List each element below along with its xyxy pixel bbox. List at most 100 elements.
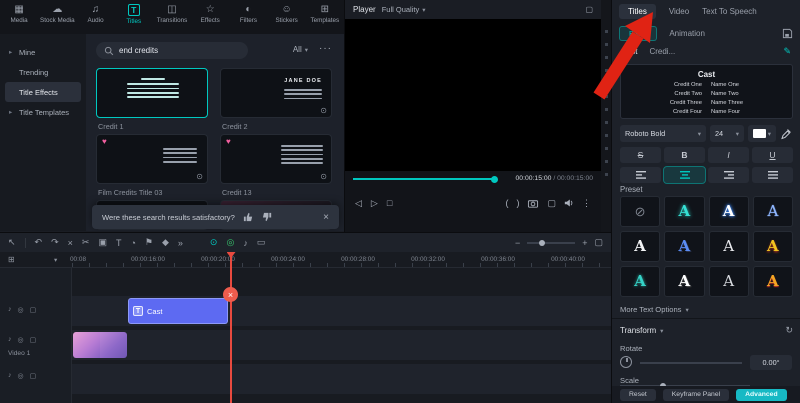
- marker-icon[interactable]: ⚑: [145, 237, 153, 248]
- preset-style[interactable]: A: [709, 196, 749, 227]
- underline-button[interactable]: U: [752, 147, 793, 163]
- tab-templates[interactable]: ⊞Templates: [306, 4, 344, 24]
- clip-chip-cast[interactable]: Cast: [621, 47, 637, 56]
- bold-button[interactable]: B: [664, 147, 705, 163]
- preset-style[interactable]: A: [664, 266, 704, 297]
- rotate-value[interactable]: 0.00°: [750, 355, 792, 370]
- tab-transitions[interactable]: ◫Transitions: [153, 4, 191, 24]
- text-preview-box[interactable]: Cast Credit OneName One Credit TwoName T…: [620, 64, 793, 119]
- tab-stickers[interactable]: ☺Stickers: [268, 4, 306, 24]
- preset-style[interactable]: A: [664, 231, 704, 262]
- play-icon[interactable]: ▷: [371, 198, 378, 209]
- zoom-out-icon[interactable]: −: [515, 238, 520, 248]
- mute-track-icon[interactable]: ♪: [8, 372, 12, 380]
- sidebar-item-mine[interactable]: ▸Mine: [0, 42, 86, 62]
- fit-timeline-icon[interactable]: ▢: [594, 237, 603, 248]
- tab-stock-media[interactable]: ☁Stock Media: [38, 4, 76, 24]
- tab-filters[interactable]: ◐Filters: [229, 4, 267, 24]
- hide-track-icon[interactable]: ◎: [18, 336, 24, 344]
- delete-icon[interactable]: ×: [68, 238, 73, 248]
- more-tools-icon[interactable]: »: [178, 238, 183, 248]
- clip-chip-credit[interactable]: Credi...: [649, 47, 675, 56]
- align-justify-button[interactable]: [752, 167, 793, 183]
- volume-icon[interactable]: [564, 198, 574, 208]
- rotate-knob[interactable]: [620, 356, 632, 368]
- rotate-slider[interactable]: [640, 362, 742, 364]
- subtab-basic[interactable]: Basic: [619, 26, 657, 41]
- hide-track-icon[interactable]: ◎: [18, 306, 24, 314]
- manage-tracks-icon[interactable]: ⊞: [8, 255, 15, 264]
- text-tool-icon[interactable]: T: [116, 238, 122, 248]
- tab-text-to-speech[interactable]: Text To Speech: [702, 7, 757, 16]
- preset-none[interactable]: ⊘: [620, 196, 660, 227]
- close-icon[interactable]: ×: [323, 212, 329, 223]
- fullscreen-icon[interactable]: ▢: [547, 198, 556, 209]
- font-color-picker[interactable]: ▾: [748, 125, 776, 142]
- mute-track-icon[interactable]: ♪: [8, 336, 12, 344]
- favorite-heart-icon[interactable]: ♥: [102, 137, 107, 146]
- favorite-heart-icon[interactable]: ♥: [226, 137, 231, 146]
- preset-style[interactable]: A: [620, 231, 660, 262]
- tab-titles-properties[interactable]: Titles: [619, 4, 656, 19]
- title-template-card[interactable]: JANE DOE ⊙: [220, 68, 332, 118]
- preset-style[interactable]: A: [620, 266, 660, 297]
- split-icon[interactable]: ✂: [82, 237, 90, 248]
- thumbs-down-icon[interactable]: [262, 212, 273, 223]
- strikethrough-button[interactable]: S: [620, 147, 661, 163]
- video-track-lane[interactable]: [72, 330, 611, 360]
- playback-progress-bar[interactable]: [353, 178, 495, 180]
- mute-track-icon[interactable]: ♪: [8, 306, 12, 314]
- speed-icon[interactable]: ◔: [130, 238, 135, 248]
- edit-text-icon[interactable]: ✎: [783, 46, 791, 57]
- subtab-animation[interactable]: Animation: [669, 29, 705, 38]
- lock-track-icon[interactable]: ▢: [30, 336, 37, 344]
- more-options-icon[interactable]: ⋮: [582, 198, 591, 209]
- preview-viewport[interactable]: [345, 19, 601, 171]
- search-box[interactable]: [96, 42, 248, 59]
- mark-in-icon[interactable]: (: [505, 198, 508, 208]
- screen-record-icon[interactable]: ▭: [257, 237, 266, 248]
- more-options-icon[interactable]: ···: [319, 43, 332, 54]
- undo-icon[interactable]: ↶: [35, 237, 43, 248]
- playhead-delete-badge[interactable]: ×: [223, 287, 238, 302]
- filter-dropdown[interactable]: All▾: [293, 45, 308, 54]
- title-template-card[interactable]: ♥ ⊙: [96, 134, 208, 184]
- preset-style[interactable]: A: [753, 231, 793, 262]
- preset-style[interactable]: A: [753, 196, 793, 227]
- align-left-button[interactable]: [620, 167, 661, 183]
- panel-resize-handle[interactable]: [601, 0, 611, 232]
- eyedropper-icon[interactable]: [780, 128, 792, 140]
- align-right-button[interactable]: [708, 167, 749, 183]
- search-input[interactable]: [119, 46, 229, 55]
- zoom-slider-handle[interactable]: [539, 240, 545, 246]
- detach-player-icon[interactable]: ▢: [585, 5, 593, 14]
- crop-icon[interactable]: ▣: [98, 237, 107, 248]
- video-clip[interactable]: [73, 332, 127, 358]
- record-voiceover-icon[interactable]: ⊙: [210, 237, 218, 248]
- tab-video-properties[interactable]: Video: [669, 7, 689, 16]
- advanced-button[interactable]: Advanced: [736, 389, 786, 401]
- keyframe-panel-button[interactable]: Keyframe Panel: [663, 389, 729, 401]
- preset-style[interactable]: A: [664, 196, 704, 227]
- lock-track-icon[interactable]: ▢: [30, 306, 37, 314]
- transform-section-header[interactable]: Transform ▾ ↻: [620, 325, 793, 336]
- quality-dropdown[interactable]: Full Quality▾: [382, 5, 426, 14]
- timeline-zoom-slider[interactable]: [527, 242, 575, 244]
- tab-audio[interactable]: ♫Audio: [76, 4, 114, 24]
- progress-handle[interactable]: [491, 176, 498, 183]
- audio-track-lane[interactable]: [72, 364, 611, 394]
- more-text-options[interactable]: More Text Options▾: [620, 305, 689, 314]
- font-size-dropdown[interactable]: 24▾: [710, 125, 744, 142]
- tab-titles[interactable]: TTitles: [115, 4, 153, 25]
- sidebar-item-title-templates[interactable]: ▸Title Templates: [0, 102, 86, 122]
- mark-out-icon[interactable]: ): [516, 198, 519, 208]
- redo-icon[interactable]: ↷: [51, 237, 59, 248]
- save-preset-icon[interactable]: [782, 28, 793, 39]
- chevron-down-icon[interactable]: ▾: [54, 256, 57, 264]
- thumbs-up-icon[interactable]: [243, 212, 254, 223]
- preset-style[interactable]: A: [709, 266, 749, 297]
- italic-button[interactable]: I: [708, 147, 749, 163]
- preset-style[interactable]: A: [753, 266, 793, 297]
- zoom-in-icon[interactable]: +: [582, 238, 587, 248]
- preset-style[interactable]: A: [709, 231, 749, 262]
